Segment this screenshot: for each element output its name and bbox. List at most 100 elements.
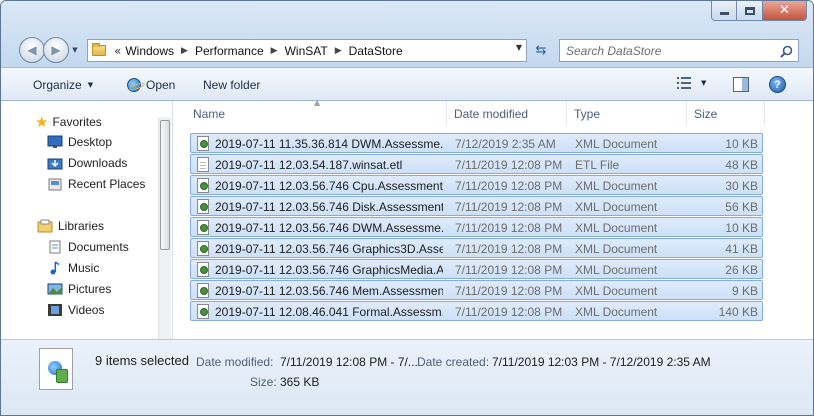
breadcrumb-windows[interactable]: Windows	[125, 44, 174, 58]
address-dropdown-icon[interactable]: ▼	[516, 43, 522, 52]
file-name: 2019-07-11 12.03.56.746 GraphicsMedia.A.…	[215, 263, 443, 277]
size-value: 365 KB	[280, 375, 320, 389]
column-header-size[interactable]: Size	[694, 107, 717, 121]
file-size: 30 KB	[725, 179, 758, 193]
nav-music[interactable]: Music	[47, 261, 99, 275]
nav-downloads[interactable]: Downloads	[47, 156, 127, 170]
file-date-modified: 7/11/2019 12:08 PM	[455, 242, 563, 256]
address-bar[interactable]: « Windows ▶ Performance ▶ WinSAT ▶ DataS…	[87, 39, 527, 62]
nav-videos-label: Videos	[68, 303, 105, 317]
sort-ascending-icon: ▲	[314, 98, 321, 107]
new-folder-button[interactable]: New folder	[203, 78, 260, 92]
nav-pictures-label: Pictures	[68, 282, 112, 296]
change-view-button[interactable]: ▼	[677, 77, 706, 89]
file-row[interactable]: 2019-07-11 11.35.36.814 DWM.Assessme... …	[190, 133, 763, 153]
minimize-icon	[719, 11, 729, 15]
back-button[interactable]: ◀	[19, 37, 45, 63]
desktop-icon	[47, 135, 63, 148]
date-created-label: Date created:	[417, 355, 490, 369]
file-date-modified: 7/11/2019 12:08 PM	[455, 179, 563, 193]
navigation-scrollbar[interactable]	[158, 117, 171, 339]
search-icon[interactable]	[780, 45, 793, 58]
file-date-modified: 7/11/2019 12:08 PM	[455, 158, 563, 172]
file-type: XML Document	[575, 263, 658, 277]
xml-document-icon	[39, 348, 73, 390]
file-name: 2019-07-11 12.03.56.746 Mem.Assessmen...	[215, 284, 443, 298]
breadcrumb-datastore[interactable]: DataStore	[349, 44, 403, 58]
file-row[interactable]: 2019-07-11 12.03.56.746 DWM.Assessme... …	[190, 217, 763, 237]
xml-icon	[197, 283, 209, 298]
open-button[interactable]: Open	[127, 78, 175, 92]
column-header-date-modified[interactable]: Date modified	[454, 107, 528, 121]
recent-places-icon	[48, 178, 62, 191]
refresh-icon: ⇆	[535, 43, 547, 58]
forward-button[interactable]: ▶	[43, 37, 69, 63]
xml-icon	[197, 304, 209, 319]
file-row[interactable]: 2019-07-11 12.03.56.746 Disk.Assessment …	[190, 196, 763, 216]
file-name: 2019-07-11 11.35.36.814 DWM.Assessme...	[215, 137, 443, 151]
nav-documents[interactable]: Documents	[47, 240, 129, 254]
file-row[interactable]: 2019-07-11 12.03.56.746 Cpu.Assessment .…	[190, 175, 763, 195]
organize-button[interactable]: Organize ▼	[33, 78, 93, 92]
file-row[interactable]: 2019-07-11 12.03.54.187.winsat.etl 7/11/…	[190, 154, 763, 174]
breadcrumb-overflow[interactable]: «	[114, 44, 121, 58]
column-header-name[interactable]: Name	[193, 107, 225, 121]
breadcrumb-separator-icon[interactable]: ▶	[181, 46, 188, 56]
nav-desktop[interactable]: Desktop	[47, 135, 112, 149]
nav-documents-label: Documents	[68, 240, 129, 254]
recent-pages-dropdown[interactable]: ▼	[69, 37, 81, 63]
file-size: 10 KB	[725, 137, 758, 151]
breadcrumb-separator-icon[interactable]: ▶	[335, 46, 342, 56]
folder-icon	[92, 43, 106, 56]
column-divider[interactable]	[566, 101, 567, 125]
file-row[interactable]: 2019-07-11 12.03.56.746 GraphicsMedia.A.…	[190, 259, 763, 279]
file-size: 56 KB	[725, 200, 758, 214]
file-date-modified: 7/11/2019 12:08 PM	[455, 263, 563, 277]
scrollbar-thumb[interactable]	[160, 120, 170, 250]
nav-pictures[interactable]: Pictures	[47, 282, 111, 296]
nav-videos[interactable]: Videos	[47, 303, 104, 317]
column-headers: ▲ Name Date modified Type Size	[174, 98, 813, 125]
nav-downloads-label: Downloads	[68, 156, 128, 170]
file-name: 2019-07-11 12.03.54.187.winsat.etl	[215, 158, 403, 172]
file-type: XML Document	[575, 221, 658, 235]
file-date-modified: 7/11/2019 12:08 PM	[455, 221, 563, 235]
file-date-modified: 7/11/2019 12:08 PM	[455, 305, 563, 319]
breadcrumb-performance[interactable]: Performance	[195, 44, 264, 58]
xml-icon	[197, 220, 209, 235]
file-type: XML Document	[575, 179, 658, 193]
date-modified-value: 7/11/2019 12:08 PM - 7/...	[280, 355, 418, 369]
file-row[interactable]: 2019-07-11 12.08.46.041 Formal.Assessm..…	[190, 301, 763, 321]
refresh-button[interactable]: ⇆	[529, 39, 553, 62]
xml-icon	[197, 241, 209, 256]
file-name: 2019-07-11 12.03.56.746 DWM.Assessme...	[215, 221, 443, 235]
column-header-type[interactable]: Type	[574, 107, 600, 121]
search-input[interactable]	[566, 43, 766, 58]
breadcrumb-separator-icon[interactable]: ▶	[271, 46, 278, 56]
preview-pane-button[interactable]	[733, 77, 749, 92]
open-label: Open	[146, 78, 176, 92]
file-row[interactable]: 2019-07-11 12.03.56.746 Mem.Assessmen...…	[190, 280, 763, 300]
details-view-icon	[677, 77, 691, 89]
column-divider[interactable]	[764, 101, 765, 125]
help-button[interactable]: ?	[769, 76, 786, 93]
search-box	[559, 39, 799, 62]
file-row[interactable]: 2019-07-11 12.03.56.746 Graphics3D.Asse.…	[190, 238, 763, 258]
file-size: 48 KB	[725, 158, 758, 172]
file-size: 9 KB	[731, 284, 758, 298]
column-divider[interactable]	[686, 101, 687, 125]
command-bar: Organize ▼ Open New folder ▼ ?	[1, 67, 813, 101]
help-icon: ?	[774, 78, 781, 91]
minimize-button[interactable]	[711, 1, 737, 21]
nav-libraries[interactable]: Libraries	[37, 219, 104, 233]
nav-recent-places[interactable]: Recent Places	[47, 177, 145, 191]
breadcrumb-winsat[interactable]: WinSAT	[285, 44, 328, 58]
column-divider[interactable]	[446, 101, 447, 125]
nav-favorites[interactable]: ★ Favorites	[35, 113, 102, 131]
maximize-button[interactable]	[737, 1, 763, 21]
xml-icon	[197, 178, 209, 193]
nav-recent-places-label: Recent Places	[68, 177, 146, 191]
file-size: 26 KB	[725, 263, 758, 277]
close-button[interactable]: ✕	[763, 1, 807, 21]
xml-icon	[197, 199, 209, 214]
